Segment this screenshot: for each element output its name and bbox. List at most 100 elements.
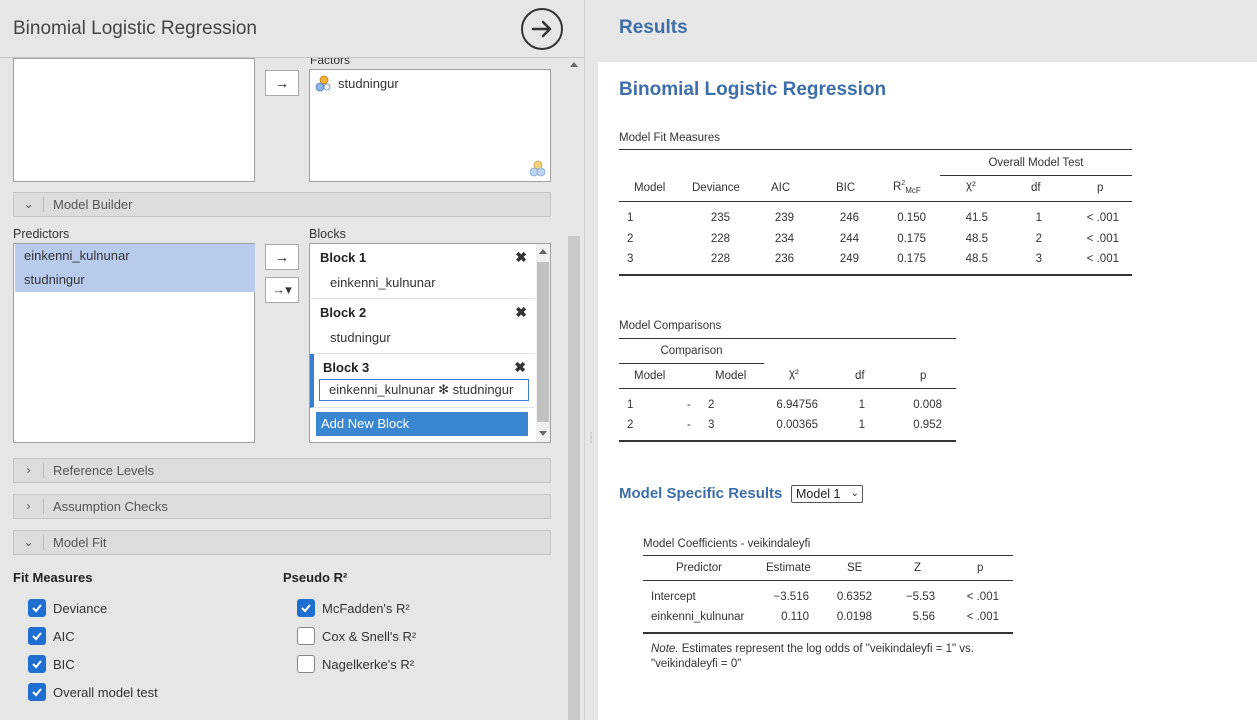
checkbox-checked-icon[interactable] (297, 599, 315, 617)
factor-item[interactable]: studningur (315, 75, 399, 92)
remove-block-icon[interactable]: ✖ (515, 304, 527, 321)
add-to-block-button[interactable]: → (265, 244, 299, 270)
cell: < .001 (1086, 212, 1119, 224)
arrow-right-icon: → (274, 248, 290, 266)
options-scroll-thumb[interactable] (568, 236, 580, 720)
nagelkerke-checkbox[interactable]: Nagelkerke's R² (297, 655, 414, 673)
coefficients-table-title: Model Coefficients - veikindaleyfi (643, 538, 811, 550)
options-scroll-area[interactable]: → Factors studningur ⌄ Model Builder Pre… (0, 58, 566, 720)
predictors-list[interactable]: einkenni_kulnunar studningur (13, 243, 255, 443)
blocks-scrollbar[interactable] (536, 244, 550, 442)
move-to-factors-button[interactable]: → (265, 70, 299, 96)
model-builder-section[interactable]: ⌄ Model Builder (13, 192, 551, 217)
bic-checkbox[interactable]: BIC (28, 655, 75, 673)
cell: 48.5 (965, 233, 988, 245)
cell: - (687, 419, 691, 431)
cell: −3.516 (773, 591, 810, 603)
cell: 1 (627, 212, 634, 224)
model-select[interactable]: Model 1 ⌄ (791, 485, 863, 503)
table-rule (619, 440, 956, 442)
checkbox-checked-icon[interactable] (28, 655, 46, 673)
checkbox-label: McFadden's R² (322, 600, 410, 616)
scroll-down-icon[interactable] (539, 431, 547, 436)
remove-block-icon[interactable]: ✖ (515, 249, 527, 266)
col-header: BIC (836, 182, 856, 194)
scroll-up-icon[interactable] (570, 62, 578, 67)
factors-list[interactable]: studningur (309, 69, 551, 182)
block-2[interactable]: Block 2 ✖ studningur (311, 299, 535, 354)
cell: 244 (839, 233, 859, 245)
table-note: Note. Estimates represent the log odds o… (651, 642, 1011, 672)
cell: 0.952 (913, 419, 942, 431)
col-header: Model (715, 370, 747, 382)
section-label: Assumption Checks (53, 499, 168, 514)
table-rule (643, 555, 1013, 556)
blocks-scroll-thumb[interactable] (537, 262, 549, 422)
block-term-selected[interactable]: einkenni_kulnunar ✻ studningur (319, 379, 529, 401)
cell: < .001 (966, 611, 999, 623)
checkbox-label: Nagelkerke's R² (322, 656, 415, 672)
block-1[interactable]: Block 1 ✖ einkenni_kulnunar (311, 244, 535, 299)
checkbox-unchecked-icon[interactable] (297, 627, 315, 645)
remove-block-icon[interactable]: ✖ (514, 359, 526, 376)
cell: 1 (858, 399, 865, 411)
run-arrow-button[interactable] (521, 8, 563, 50)
scroll-up-icon[interactable] (539, 249, 547, 254)
drag-handle-icon[interactable]: ⁞ ⁞ (590, 432, 592, 445)
cell: 2 (627, 419, 634, 431)
col-header: χ² (789, 368, 799, 380)
fit-measures-title: Fit Measures (13, 570, 93, 585)
panel-splitter[interactable]: ⁞ ⁞ (584, 0, 598, 720)
cell: Intercept (651, 591, 696, 603)
col-header: AIC (771, 182, 791, 194)
add-new-block-button[interactable]: Add New Block (316, 412, 528, 436)
cox-snell-checkbox[interactable]: Cox & Snell's R² (297, 627, 416, 645)
cell: 6.94756 (776, 399, 818, 411)
analysis-title: Binomial Logistic Regression (13, 18, 257, 39)
cell: 228 (710, 253, 730, 265)
section-label: Reference Levels (53, 463, 155, 478)
cell: 246 (839, 212, 859, 224)
analysis-heading[interactable]: Binomial Logistic Regression (619, 79, 886, 101)
checkbox-checked-icon[interactable] (28, 683, 46, 701)
overall-model-test-checkbox[interactable]: Overall model test (28, 683, 158, 701)
pseudo-r2-title: Pseudo R² (283, 570, 348, 585)
cell: −5.53 (905, 591, 935, 603)
mcfadden-checkbox[interactable]: McFadden's R² (297, 599, 410, 617)
aic-checkbox[interactable]: AIC (28, 627, 75, 645)
blocks-list[interactable]: Block 1 ✖ einkenni_kulnunar Block 2 ✖ st… (309, 243, 551, 443)
block-title: Block 3 (323, 360, 370, 375)
cell: 3 (627, 253, 634, 265)
col-header: Estimate (766, 562, 811, 574)
factor-item-label: studningur (338, 76, 399, 91)
reference-levels-section[interactable]: › Reference Levels (13, 458, 551, 483)
assumption-checks-section[interactable]: › Assumption Checks (13, 494, 551, 519)
interaction-dropdown-button[interactable]: →▾ (265, 277, 299, 303)
section-label: Model Fit (53, 535, 107, 550)
cell: 0.175 (897, 233, 926, 245)
cell: 0.175 (897, 253, 926, 265)
checkbox-unchecked-icon[interactable] (297, 655, 315, 673)
table-rule (619, 149, 1132, 150)
cell: 0.008 (913, 399, 942, 411)
model-fit-section[interactable]: ⌄ Model Fit (13, 530, 551, 555)
checkbox-checked-icon[interactable] (28, 627, 46, 645)
col-header: R2McF (893, 180, 921, 196)
variables-list[interactable] (13, 58, 255, 182)
chevron-down-icon: ⌄ (14, 535, 44, 550)
block-term[interactable]: einkenni_kulnunar (330, 275, 436, 290)
deviance-checkbox[interactable]: Deviance (28, 599, 107, 617)
note-label: Note. (651, 643, 679, 655)
block-term[interactable]: studningur (330, 330, 391, 345)
cell: 41.5 (965, 212, 988, 224)
model-comparisons-title: Model Comparisons (619, 320, 722, 332)
col-header: Model (634, 182, 666, 194)
checkbox-label: Cox & Snell's R² (322, 628, 417, 644)
col-header: p (1097, 182, 1104, 194)
cell: 234 (774, 233, 794, 245)
checkbox-checked-icon[interactable] (28, 599, 46, 617)
predictor-item[interactable]: studningur (15, 268, 255, 292)
block-3[interactable]: Block 3 ✖ einkenni_kulnunar ✻ studningur (310, 354, 534, 408)
col-header: df (1031, 182, 1041, 194)
predictor-item[interactable]: einkenni_kulnunar (15, 244, 255, 268)
